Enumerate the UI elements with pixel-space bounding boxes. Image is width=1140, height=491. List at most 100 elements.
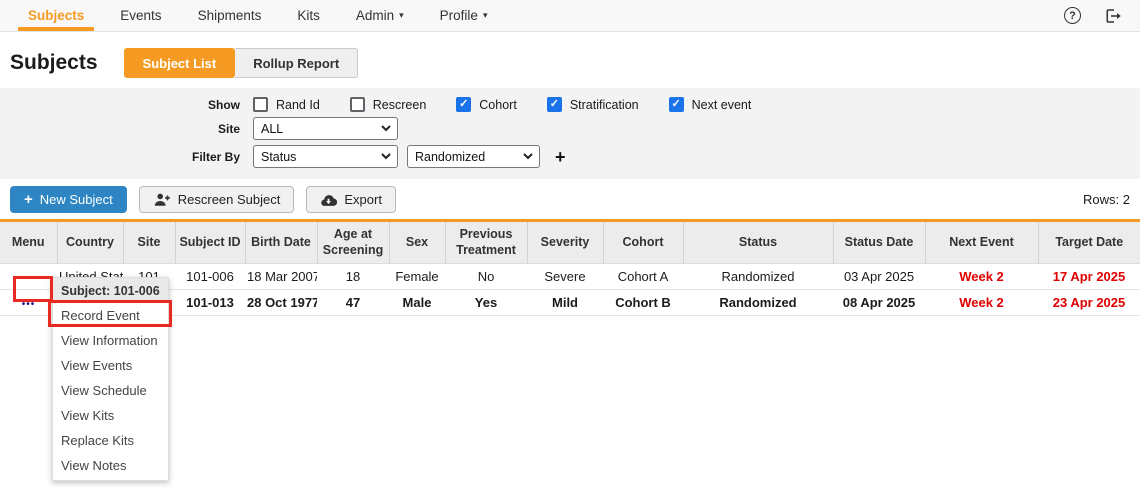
cell-next-event: Week 2 [925, 264, 1038, 290]
row-menu-button[interactable]: ••• [22, 273, 36, 284]
show-filter-row: Show Rand Id Rescreen Cohort Stratificat… [0, 97, 1140, 112]
col-country: Country [57, 221, 123, 264]
col-sex: Sex [389, 221, 445, 264]
col-target-date: Target Date [1038, 221, 1140, 264]
rows-count: Rows: 2 [1083, 192, 1130, 207]
menu-item-view-kits[interactable]: View Kits [53, 403, 168, 428]
cell-status: Randomized [683, 290, 833, 316]
cell-birth-date: 28 Oct 1977 [245, 290, 317, 316]
page-title: Subjects [10, 51, 98, 75]
col-status-date: Status Date [833, 221, 925, 264]
nav-item-profile[interactable]: Profile▾ [422, 0, 506, 31]
col-birth-date: Birth Date [245, 221, 317, 264]
subjects-table: Menu Country Site Subject ID Birth Date … [0, 219, 1140, 316]
checkbox-rescreen[interactable]: Rescreen [350, 97, 427, 112]
cell-subject-id: 101-013 [175, 290, 245, 316]
col-prev-treatment: Previous Treatment [445, 221, 527, 264]
menu-item-view-information[interactable]: View Information [53, 328, 168, 353]
cell-sex: Male [389, 290, 445, 316]
site-label: Site [0, 122, 253, 136]
new-subject-button[interactable]: + New Subject [10, 186, 127, 213]
col-age: Age at Screening [317, 221, 389, 264]
cell-prev-treatment: No [445, 264, 527, 290]
table-header: Menu Country Site Subject ID Birth Date … [0, 221, 1140, 264]
export-button[interactable]: Export [306, 186, 396, 213]
filter-value-select-wrap: Randomized [407, 145, 540, 168]
col-status: Status [683, 221, 833, 264]
col-site: Site [123, 221, 175, 264]
menu-item-view-schedule[interactable]: View Schedule [53, 378, 168, 403]
tab-rollup-report[interactable]: Rollup Report [235, 48, 358, 78]
nav-item-kits[interactable]: Kits [279, 0, 338, 31]
tab-subject-list[interactable]: Subject List [124, 48, 236, 78]
col-severity: Severity [527, 221, 603, 264]
site-select-wrap: ALL [253, 117, 398, 140]
col-next-event: Next Event [925, 221, 1038, 264]
checkbox-rand-id[interactable]: Rand Id [253, 97, 320, 112]
cell-target-date: 17 Apr 2025 [1038, 264, 1140, 290]
cell-severity: Severe [527, 264, 603, 290]
cell-cohort: Cohort B [603, 290, 683, 316]
filter-by-label: Filter By [0, 150, 253, 164]
menu-item-replace-kits[interactable]: Replace Kits [53, 428, 168, 453]
cell-status: Randomized [683, 264, 833, 290]
col-menu: Menu [0, 221, 57, 264]
nav-item-subjects[interactable]: Subjects [10, 0, 102, 31]
checkbox-stratification[interactable]: Stratification [547, 97, 639, 112]
checkbox-cohort[interactable]: Cohort [456, 97, 517, 112]
site-select[interactable]: ALL [253, 117, 398, 140]
cell-age: 47 [317, 290, 389, 316]
show-label: Show [0, 98, 253, 112]
filter-value-select[interactable]: Randomized [407, 145, 540, 168]
nav-icons: ? [1064, 0, 1130, 31]
cell-target-date: 23 Apr 2025 [1038, 290, 1140, 316]
col-subject-id: Subject ID [175, 221, 245, 264]
filter-field-select[interactable]: Status [253, 145, 398, 168]
cell-cohort: Cohort A [603, 264, 683, 290]
cell-severity: Mild [527, 290, 603, 316]
top-navbar: Subjects Events Shipments Kits Admin▾ Pr… [0, 0, 1140, 32]
menu-item-view-events[interactable]: View Events [53, 353, 168, 378]
filter-panel: Show Rand Id Rescreen Cohort Stratificat… [0, 88, 1140, 179]
chevron-down-icon: ▾ [399, 11, 404, 20]
nav-spacer [505, 0, 1064, 31]
filter-by-row: Filter By Status Randomized + [0, 145, 1140, 168]
nav-item-events[interactable]: Events [102, 0, 179, 31]
view-tabs: Subject List Rollup Report [124, 48, 359, 78]
context-menu-header: Subject: 101-006 [53, 278, 168, 303]
cell-status-date: 08 Apr 2025 [833, 290, 925, 316]
checkbox-next-event[interactable]: Next event [669, 97, 752, 112]
nav-item-shipments[interactable]: Shipments [180, 0, 280, 31]
menu-item-record-event[interactable]: Record Event [53, 303, 168, 328]
cell-status-date: 03 Apr 2025 [833, 264, 925, 290]
plus-icon: + [24, 191, 33, 208]
help-icon[interactable]: ? [1064, 7, 1081, 24]
cloud-download-icon [320, 193, 337, 206]
add-filter-button[interactable]: + [555, 148, 566, 166]
actions-row: + New Subject Rescreen Subject Export Ro… [0, 179, 1140, 219]
cell-prev-treatment: Yes [445, 290, 527, 316]
menu-item-view-notes[interactable]: View Notes [53, 453, 168, 478]
cell-subject-id: 101-006 [175, 264, 245, 290]
table-row: ••• United States 101 101-006 18 Mar 200… [0, 264, 1140, 290]
chevron-down-icon: ▾ [483, 11, 488, 20]
rand-id-checkbox[interactable] [253, 97, 268, 112]
person-plus-icon [153, 192, 171, 207]
show-checkboxes: Rand Id Rescreen Cohort Stratification N… [253, 97, 781, 112]
filter-field-select-wrap: Status [253, 145, 398, 168]
stratification-checkbox[interactable] [547, 97, 562, 112]
cell-next-event: Week 2 [925, 290, 1038, 316]
cell-age: 18 [317, 264, 389, 290]
rescreen-checkbox[interactable] [350, 97, 365, 112]
row-menu-button[interactable]: ••• [22, 299, 36, 310]
nav-item-admin[interactable]: Admin▾ [338, 0, 422, 31]
cell-sex: Female [389, 264, 445, 290]
rescreen-subject-button[interactable]: Rescreen Subject [139, 186, 295, 213]
col-cohort: Cohort [603, 221, 683, 264]
cohort-checkbox[interactable] [456, 97, 471, 112]
next-event-checkbox[interactable] [669, 97, 684, 112]
page-header: Subjects Subject List Rollup Report [0, 32, 1140, 88]
table-row: ••• 101-013 28 Oct 1977 47 Male Yes Mild… [0, 290, 1140, 316]
cell-birth-date: 18 Mar 2007 [245, 264, 317, 290]
logout-icon[interactable] [1103, 7, 1122, 25]
